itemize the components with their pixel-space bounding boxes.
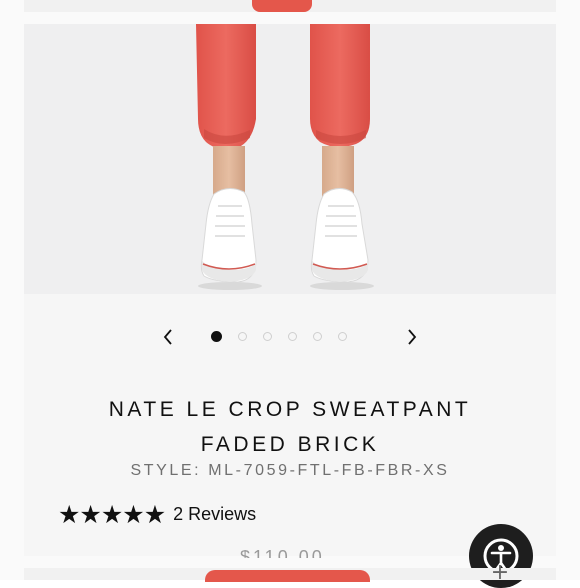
carousel-dot[interactable] <box>313 332 322 341</box>
product-title-line-2: FADED BRICK <box>200 433 380 456</box>
carousel-dot[interactable] <box>263 332 272 341</box>
product-title: NATE LE CROP SWEATPANT FADED BRICK <box>24 392 556 462</box>
product-image[interactable] <box>24 24 556 294</box>
carousel-dot[interactable] <box>288 332 297 341</box>
carousel-dot[interactable] <box>238 332 247 341</box>
star-icon: ★ <box>79 500 101 529</box>
image-carousel-controls <box>24 324 556 350</box>
star-icon: ★ <box>58 500 80 529</box>
reviews-link[interactable]: ★ ★ ★ ★ ★ 2 Reviews <box>58 502 256 527</box>
carousel-dot[interactable] <box>338 332 347 341</box>
star-icon: ★ <box>122 500 144 529</box>
plus-icon: + <box>490 560 510 585</box>
carousel-next-button[interactable] <box>400 324 424 350</box>
carousel-dot[interactable] <box>211 331 222 342</box>
carousel-prev-button[interactable] <box>156 324 180 350</box>
chevron-left-icon <box>163 329 172 345</box>
star-rating: ★ ★ ★ ★ ★ <box>58 500 166 529</box>
next-product-image-edge <box>205 570 370 582</box>
previous-product-image-edge <box>252 0 312 12</box>
carousel-dots <box>211 331 347 344</box>
star-icon: ★ <box>100 500 123 529</box>
product-card: NATE LE CROP SWEATPANT FADED BRICK STYLE… <box>24 24 556 558</box>
reviews-count: 2 Reviews <box>173 504 257 524</box>
product-price-text: $110.00 <box>240 550 325 558</box>
add-button[interactable]: + <box>477 562 523 586</box>
page: NATE LE CROP SWEATPANT FADED BRICK STYLE… <box>0 0 580 588</box>
star-icon: ★ <box>143 500 166 529</box>
chevron-right-icon <box>408 329 417 345</box>
product-price: $110.00 <box>240 550 325 558</box>
sweatpant-photo <box>196 24 374 290</box>
product-style-code: STYLE: ML-7059-FTL-FB-FBR-XS <box>130 462 450 479</box>
product-title-line-1: NATE LE CROP SWEATPANT <box>108 398 472 421</box>
